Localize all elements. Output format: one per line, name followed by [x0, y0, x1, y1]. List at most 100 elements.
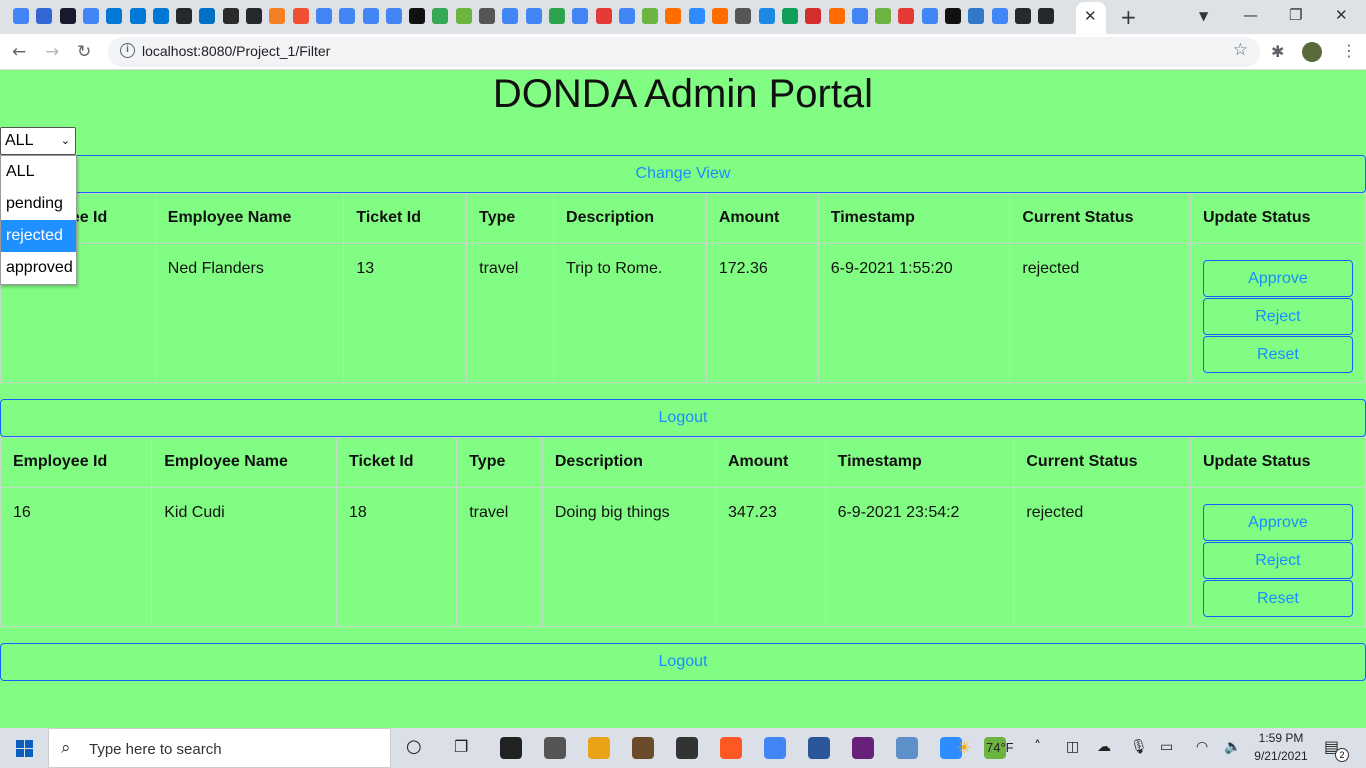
logout-button[interactable]: Logout [0, 399, 1366, 437]
tab-favicon-icon[interactable] [921, 8, 938, 24]
tray-chevron-up-icon[interactable]: ˄ [1034, 739, 1041, 755]
back-button[interactable]: ← [12, 42, 26, 62]
taskbar-app-icon[interactable] [676, 737, 698, 759]
tab-favicon-icon[interactable] [805, 8, 822, 24]
task-view-icon[interactable]: ❐ [454, 737, 468, 756]
onedrive-cloud-icon[interactable]: ☁ [1097, 739, 1111, 755]
taskbar-app-icon[interactable] [632, 737, 654, 759]
bookmark-star-icon[interactable]: ☆ [1233, 40, 1248, 60]
windows-start-icon[interactable] [16, 740, 33, 757]
clock-time[interactable]: 1:59 PM [1254, 731, 1308, 745]
tab-favicon-icon[interactable] [595, 8, 612, 24]
reload-button[interactable]: ↻ [77, 42, 91, 62]
filter-option-approved[interactable]: approved [1, 252, 76, 284]
url-text[interactable]: localhost:8080/Project_1/Filter [142, 43, 330, 59]
new-tab-button[interactable]: + [1120, 5, 1137, 29]
tab-favicon-icon[interactable] [618, 8, 635, 24]
tab-favicon-icon[interactable] [665, 8, 682, 24]
tab-favicon-icon[interactable] [991, 8, 1008, 24]
tab-favicon-icon[interactable] [59, 8, 76, 24]
tab-favicon-icon[interactable] [315, 8, 332, 24]
reject-button[interactable]: Reject [1202, 542, 1353, 579]
site-info-icon[interactable]: i [120, 43, 135, 58]
forward-button[interactable]: → [45, 42, 59, 62]
tab-favicon-icon[interactable] [176, 8, 193, 24]
tab-favicon-icon[interactable] [385, 8, 402, 24]
reset-button[interactable]: Reset [1202, 336, 1353, 373]
tab-favicon-icon[interactable] [246, 8, 262, 24]
browser-menu-icon[interactable]: ⋮ [1341, 41, 1357, 60]
weather-temperature[interactable]: 74°F [986, 740, 1014, 755]
tab-favicon-icon[interactable] [548, 8, 565, 24]
meet-now-icon[interactable]: ◫ [1066, 739, 1079, 755]
tab-favicon-icon[interactable] [968, 8, 985, 24]
tab-favicon-icon[interactable] [129, 8, 146, 24]
address-bar[interactable]: i localhost:8080/Project_1/Filter ☆ [108, 37, 1260, 67]
tab-favicon-icon[interactable] [688, 8, 705, 24]
tab-favicon-icon[interactable] [222, 8, 239, 24]
close-window-button[interactable]: ✕ [1335, 6, 1348, 24]
tab-favicon-icon[interactable] [642, 8, 659, 24]
change-view-button[interactable]: Change View [0, 155, 1366, 193]
tab-favicon-icon[interactable] [479, 8, 495, 24]
approve-button[interactable]: Approve [1202, 504, 1353, 541]
tab-favicon-icon[interactable] [781, 8, 798, 24]
restore-button[interactable]: ❐ [1289, 6, 1302, 24]
tab-favicon-icon[interactable] [525, 8, 542, 24]
filter-option-rejected[interactable]: rejected [1, 220, 76, 252]
tab-favicon-icon[interactable] [898, 8, 915, 24]
taskbar-search-box[interactable]: ⌕ Type here to search [48, 728, 391, 768]
tab-favicon-icon[interactable] [851, 8, 868, 24]
tab-favicon-icon[interactable] [82, 8, 99, 24]
reset-button[interactable]: Reset [1202, 580, 1353, 617]
tab-favicon-icon[interactable] [152, 8, 169, 24]
tab-favicon-icon[interactable] [502, 8, 519, 24]
tab-favicon-icon[interactable] [712, 8, 728, 24]
taskbar-app-icon[interactable] [896, 737, 918, 759]
tab-favicon-icon[interactable] [13, 8, 29, 24]
volume-icon[interactable]: 🔈 [1224, 739, 1241, 755]
cortana-circle-icon[interactable]: ○ [406, 736, 422, 757]
tab-favicon-icon[interactable] [409, 8, 426, 24]
tab-favicon-icon[interactable] [828, 8, 845, 24]
tab-favicon-icon[interactable] [875, 8, 892, 24]
tab-favicon-icon[interactable] [432, 8, 449, 24]
taskbar-app-icon[interactable] [764, 737, 786, 759]
tab-favicon-icon[interactable] [1038, 8, 1055, 24]
tab-favicon-icon[interactable] [339, 8, 356, 24]
extensions-puzzle-icon[interactable]: ✱ [1271, 42, 1284, 61]
filter-option-pending[interactable]: pending [1, 188, 76, 220]
reject-button[interactable]: Reject [1202, 298, 1353, 335]
clock-date[interactable]: 9/21/2021 [1250, 749, 1312, 763]
taskbar-app-icon[interactable] [808, 737, 830, 759]
taskbar-app-icon[interactable] [500, 737, 522, 759]
tab-favicon-icon[interactable] [292, 8, 309, 24]
battery-icon[interactable]: ▭ [1160, 739, 1173, 755]
tab-close-icon[interactable]: ✕ [1084, 7, 1097, 25]
logout-button[interactable]: Logout [0, 643, 1366, 681]
tab-favicon-icon[interactable] [945, 8, 961, 24]
tab-favicon-icon[interactable] [758, 8, 775, 24]
tab-favicon-icon[interactable] [269, 8, 286, 24]
tab-favicon-icon[interactable] [735, 8, 752, 24]
tab-favicon-icon[interactable] [362, 8, 379, 24]
filter-option-all[interactable]: ALL [1, 156, 76, 188]
taskbar-app-icon[interactable] [852, 737, 874, 759]
taskbar-app-icon[interactable] [720, 737, 742, 759]
tab-favicon-icon[interactable] [106, 8, 123, 24]
weather-sun-icon[interactable]: ☀ [957, 738, 971, 757]
profile-avatar[interactable] [1302, 42, 1322, 62]
tab-favicon-icon[interactable] [1014, 8, 1031, 24]
taskbar-app-icon[interactable] [588, 737, 610, 759]
tab-favicon-icon[interactable] [455, 8, 472, 24]
tab-favicon-icon[interactable] [36, 8, 53, 24]
status-filter-select[interactable]: ALL ⌄ [0, 127, 76, 155]
tab-favicon-icon[interactable] [199, 8, 216, 24]
wifi-icon[interactable]: ◠ [1196, 739, 1208, 755]
microphone-icon[interactable]: 🎙 [1130, 739, 1148, 755]
minimize-button[interactable]: — [1243, 6, 1258, 24]
approve-button[interactable]: Approve [1202, 260, 1353, 297]
tab-search-icon[interactable]: ▼ [1199, 9, 1208, 23]
taskbar-app-icon[interactable] [544, 737, 566, 759]
tab-favicon-icon[interactable] [572, 8, 589, 24]
